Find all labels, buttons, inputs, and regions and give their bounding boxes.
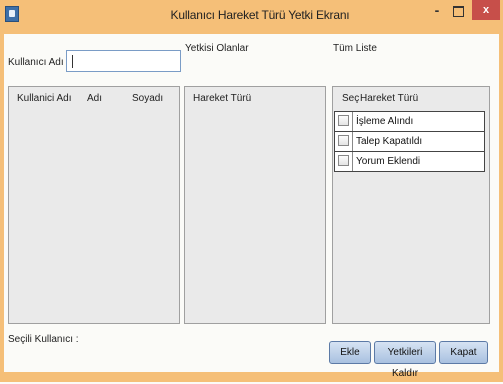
window-title: Kullanıcı Hareket Türü Yetki Ekranı (170, 8, 350, 22)
cell-divider (352, 132, 353, 151)
authorized-grid[interactable]: Hareket Türü (184, 86, 326, 324)
text-caret (72, 55, 73, 68)
users-grid[interactable]: Kullanici Adı Adı Soyadı (8, 86, 180, 324)
list-item[interactable]: İşleme Alındı (334, 111, 485, 132)
title-bar: Kullanıcı Hareket Türü Yetki Ekranı - x (0, 0, 503, 34)
list-item[interactable]: Yorum Eklendi (334, 151, 485, 172)
authorized-title: Yetkisi Olanlar (185, 43, 249, 54)
close-button[interactable]: Kapat (439, 341, 488, 364)
column-header-username[interactable]: Kullanici Adı (17, 89, 71, 109)
column-header-movement-type[interactable]: Hareket Türü (193, 89, 251, 109)
column-header-lastname[interactable]: Soyadı (132, 89, 163, 109)
movement-type-label: İşleme Alındı (356, 116, 414, 127)
column-header-movement-type[interactable]: Hareket Türü (360, 89, 418, 109)
select-checkbox[interactable] (338, 115, 349, 126)
full-list-grid[interactable]: Seç Hareket Türü İşleme Alındı Talep Kap… (332, 86, 490, 324)
cell-divider (352, 112, 353, 131)
app-icon (5, 6, 19, 22)
username-label: Kullanıcı Adı (8, 57, 64, 68)
username-input[interactable] (66, 50, 181, 72)
select-checkbox[interactable] (338, 155, 349, 166)
column-header-firstname[interactable]: Adı (87, 89, 102, 109)
full-list-title: Tüm Liste (333, 43, 377, 54)
movement-type-label: Yorum Eklendi (356, 156, 421, 167)
movement-type-label: Talep Kapatıldı (356, 136, 423, 147)
minimize-button[interactable]: - (428, 2, 446, 20)
add-button[interactable]: Ekle (329, 341, 371, 364)
window-bottom-border (0, 372, 503, 382)
remove-permissions-button[interactable]: Yetkileri Kaldır (374, 341, 436, 379)
column-header-select[interactable]: Seç (342, 89, 359, 109)
close-window-button[interactable]: x (472, 0, 500, 20)
selected-user-label: Seçili Kullanıcı : (8, 334, 79, 345)
maximize-button[interactable] (453, 6, 464, 17)
select-checkbox[interactable] (338, 135, 349, 146)
cell-divider (352, 152, 353, 171)
list-item[interactable]: Talep Kapatıldı (334, 131, 485, 152)
